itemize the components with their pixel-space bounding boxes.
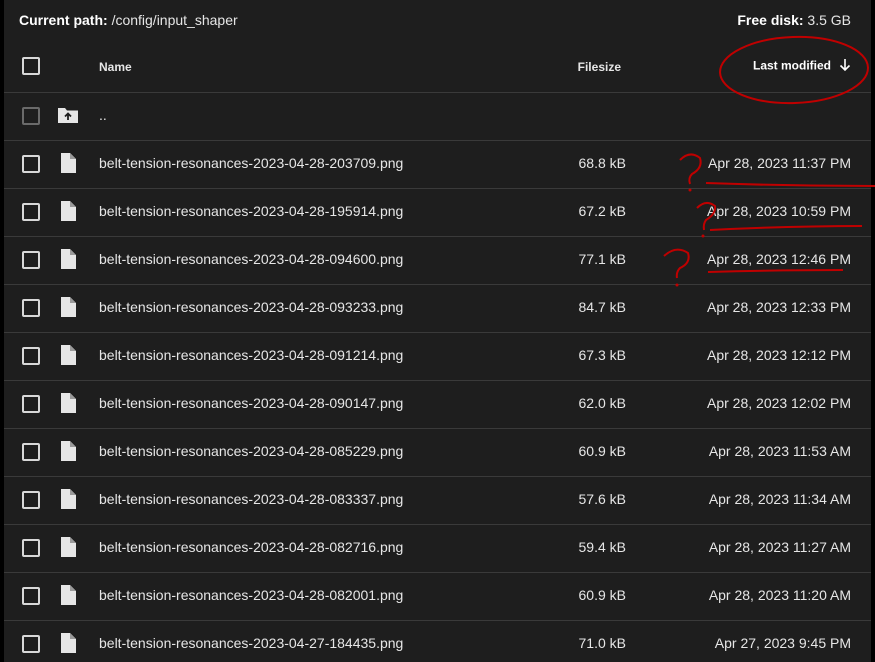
file-table: Name Filesize Last modified .. belt-tens… [4,40,871,662]
row-checkbox[interactable] [22,299,40,317]
file-rows: belt-tension-resonances-2023-04-28-20370… [4,141,871,662]
file-name: belt-tension-resonances-2023-04-28-09121… [99,347,404,363]
row-checkbox[interactable] [22,347,40,365]
current-path-value: /config/input_shaper [111,12,238,28]
row-checkbox[interactable] [22,635,40,653]
file-name: belt-tension-resonances-2023-04-28-19591… [99,203,404,219]
select-all-checkbox[interactable] [22,57,40,75]
file-name: belt-tension-resonances-2023-04-28-20370… [99,155,404,171]
file-size: 60.9 kB [578,587,626,603]
table-row[interactable]: belt-tension-resonances-2023-04-28-09014… [4,381,871,429]
row-checkbox[interactable] [22,395,40,413]
path-bar: Current path: /config/input_shaper Free … [4,0,871,40]
file-last-modified: Apr 28, 2023 12:02 PM [707,395,851,411]
file-size: 67.3 kB [578,347,626,363]
file-icon [59,344,77,366]
folder-up-icon [58,104,78,126]
table-row[interactable]: belt-tension-resonances-2023-04-27-18443… [4,621,871,662]
file-size: 59.4 kB [578,539,626,555]
file-icon [59,296,77,318]
file-icon [59,488,77,510]
file-name: belt-tension-resonances-2023-04-27-18443… [99,635,404,651]
row-checkbox[interactable] [22,587,40,605]
file-size: 62.0 kB [578,395,626,411]
table-row[interactable]: belt-tension-resonances-2023-04-28-08200… [4,573,871,621]
file-last-modified: Apr 28, 2023 11:37 PM [708,155,851,171]
row-checkbox[interactable] [22,203,40,221]
file-icon [59,200,77,222]
file-icon [59,440,77,462]
table-row[interactable]: belt-tension-resonances-2023-04-28-08271… [4,525,871,573]
file-size: 84.7 kB [578,299,626,315]
column-header-last-modified[interactable]: Last modified [753,58,851,75]
file-name: belt-tension-resonances-2023-04-28-08271… [99,539,404,555]
file-icon [59,584,77,606]
file-size: 67.2 kB [578,203,626,219]
file-last-modified: Apr 28, 2023 10:59 PM [707,203,851,219]
file-size: 77.1 kB [578,251,626,267]
table-row[interactable]: belt-tension-resonances-2023-04-28-09121… [4,333,871,381]
file-name: belt-tension-resonances-2023-04-28-08200… [99,587,404,603]
arrow-down-icon [839,58,851,75]
file-name: belt-tension-resonances-2023-04-28-08522… [99,443,404,459]
table-row[interactable]: belt-tension-resonances-2023-04-28-20370… [4,141,871,189]
free-disk: Free disk: 3.5 GB [737,12,851,28]
file-icon [59,536,77,558]
file-last-modified: Apr 28, 2023 12:33 PM [707,299,851,315]
file-last-modified: Apr 28, 2023 12:46 PM [707,251,851,267]
file-last-modified: Apr 28, 2023 12:12 PM [707,347,851,363]
column-header-name[interactable]: Name [99,60,132,74]
free-disk-value: 3.5 GB [807,12,851,28]
table-row[interactable]: belt-tension-resonances-2023-04-28-08522… [4,429,871,477]
file-size: 60.9 kB [578,443,626,459]
file-last-modified: Apr 28, 2023 11:53 AM [708,443,851,459]
file-browser-panel: Current path: /config/input_shaper Free … [4,0,871,662]
table-row[interactable]: belt-tension-resonances-2023-04-28-08333… [4,477,871,525]
file-size: 57.6 kB [578,491,626,507]
row-checkbox[interactable] [22,251,40,269]
current-path: Current path: /config/input_shaper [19,12,238,28]
file-icon [59,632,77,654]
file-last-modified: Apr 27, 2023 9:45 PM [714,635,851,651]
file-icon [59,152,77,174]
file-last-modified: Apr 28, 2023 11:20 AM [708,587,851,603]
column-header-filesize[interactable]: Filesize [578,60,621,74]
table-header: Name Filesize Last modified [4,40,871,93]
file-icon [59,392,77,414]
file-size: 68.8 kB [578,155,626,171]
current-path-label: Current path: [19,12,108,28]
row-checkbox[interactable] [22,491,40,509]
file-name: belt-tension-resonances-2023-04-28-09014… [99,395,404,411]
table-row[interactable]: belt-tension-resonances-2023-04-28-19591… [4,189,871,237]
table-row[interactable]: belt-tension-resonances-2023-04-28-09323… [4,285,871,333]
file-last-modified: Apr 28, 2023 11:34 AM [708,491,851,507]
row-checkbox[interactable] [22,155,40,173]
row-checkbox [22,107,40,125]
table-row[interactable]: belt-tension-resonances-2023-04-28-09460… [4,237,871,285]
row-checkbox[interactable] [22,443,40,461]
free-disk-label: Free disk: [737,12,804,28]
file-size: 71.0 kB [578,635,626,651]
column-header-last-modified-label: Last modified [752,58,831,73]
file-icon [59,248,77,270]
parent-directory-row[interactable]: .. [4,93,871,141]
file-name: belt-tension-resonances-2023-04-28-09460… [99,251,404,267]
row-checkbox[interactable] [22,539,40,557]
file-name: belt-tension-resonances-2023-04-28-08333… [99,491,404,507]
parent-directory-label: .. [99,107,107,123]
file-name: belt-tension-resonances-2023-04-28-09323… [99,299,404,315]
file-last-modified: Apr 28, 2023 11:27 AM [708,539,851,555]
